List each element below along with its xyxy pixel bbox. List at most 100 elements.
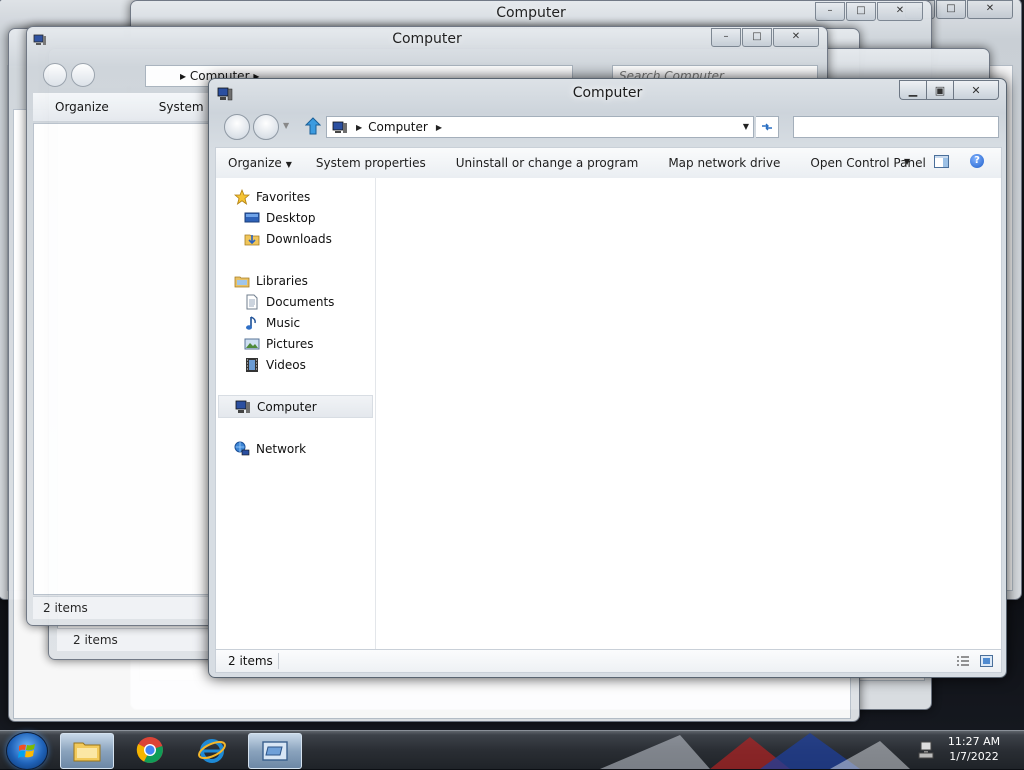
taskbar: 11:27 AM 1/7/2022 xyxy=(0,730,1024,770)
refresh-button[interactable] xyxy=(756,116,779,138)
minimize-button[interactable]: – xyxy=(815,2,845,21)
organize-menu[interactable]: Organize xyxy=(55,100,109,114)
maximize-button[interactable]: □ xyxy=(742,28,772,47)
videos-icon xyxy=(244,357,260,373)
taskbar-internet-explorer[interactable] xyxy=(186,733,238,767)
nav-label: Videos xyxy=(266,357,306,372)
libraries-icon xyxy=(234,273,250,289)
explorer-window[interactable]: Computer ▁ ▣ ✕ ▼ ▶ Computer ▶ ▼ Organize… xyxy=(208,78,1007,678)
nav-label: Documents xyxy=(266,294,335,309)
windows-logo-icon xyxy=(18,744,35,758)
minimize-button[interactable]: ▁ xyxy=(899,80,926,100)
item-count: 2 items xyxy=(228,654,273,668)
item-count: 2 items xyxy=(43,601,88,615)
back-button[interactable] xyxy=(224,114,250,140)
search-input[interactable] xyxy=(793,116,999,138)
window-title: Computer xyxy=(572,85,643,101)
clock-date: 1/7/2022 xyxy=(949,750,999,763)
nav-buttons[interactable] xyxy=(43,63,95,87)
organize-menu[interactable]: Organize ▼ xyxy=(228,156,292,170)
window-controls[interactable]: – □ ✕ xyxy=(815,2,923,21)
start-button[interactable] xyxy=(6,732,48,770)
desktop-icon xyxy=(244,210,260,226)
forward-button[interactable] xyxy=(253,114,279,140)
clock[interactable]: 11:27 AM 1/7/2022 xyxy=(938,734,1010,764)
chevron-down-icon: ▼ xyxy=(285,160,292,169)
system-button[interactable]: System xyxy=(159,100,204,114)
taskbar-explorer[interactable] xyxy=(60,733,114,769)
recent-pages-icon[interactable]: ▼ xyxy=(283,121,289,130)
nav-label: Libraries xyxy=(256,273,308,288)
nav-label: Network xyxy=(256,441,307,456)
close-button[interactable]: ✕ xyxy=(967,0,1013,19)
more-options-icon[interactable]: ▼ xyxy=(904,157,910,166)
system-properties-button[interactable]: System properties xyxy=(316,156,426,170)
folder-icon xyxy=(73,742,101,762)
nav-label: Desktop xyxy=(266,210,316,225)
address-bar[interactable]: ▶ Computer ▶ ▼ xyxy=(326,116,754,138)
pictures-icon xyxy=(244,336,260,352)
nav-downloads[interactable]: Downloads xyxy=(244,228,401,249)
breadcrumb-computer[interactable]: Computer xyxy=(368,120,428,134)
item-count: 2 items xyxy=(73,633,118,647)
documents-icon xyxy=(244,294,260,310)
preview-pane-icon[interactable] xyxy=(934,155,949,168)
maximize-icon: ▣ xyxy=(934,83,946,97)
minimize-button[interactable]: – xyxy=(711,28,741,47)
wallpaper-glimpse xyxy=(600,733,910,769)
help-icon[interactable]: ? xyxy=(970,154,984,168)
downloads-icon xyxy=(244,231,260,247)
nav-libraries[interactable]: Libraries xyxy=(234,270,391,291)
forward-button[interactable] xyxy=(71,63,95,87)
window-controls[interactable]: ▁ ▣ ✕ xyxy=(899,80,999,100)
window-controls[interactable]: – □ ✕ xyxy=(711,28,819,47)
maximize-button[interactable]: ▣ xyxy=(926,80,953,100)
maximize-button[interactable]: □ xyxy=(936,0,966,19)
map-network-drive-button[interactable]: Map network drive xyxy=(668,156,780,170)
address-history-dropdown-icon[interactable]: ▼ xyxy=(743,122,749,131)
large-icons-view-icon[interactable] xyxy=(980,655,993,667)
close-icon: ✕ xyxy=(971,83,981,97)
minimize-icon: ▁ xyxy=(908,83,918,97)
nav-documents[interactable]: Documents xyxy=(244,291,401,312)
close-button[interactable]: ✕ xyxy=(773,28,819,47)
nav-network[interactable]: Network xyxy=(234,438,391,459)
taskbar-app-window[interactable] xyxy=(248,733,302,769)
nav-favorites[interactable]: Favorites xyxy=(234,186,391,207)
breadcrumb-separator-icon[interactable]: ▶ xyxy=(436,123,442,132)
nav-videos[interactable]: Videos xyxy=(244,354,401,375)
taskbar-chrome[interactable] xyxy=(124,733,176,767)
nav-pictures[interactable]: Pictures xyxy=(244,333,401,354)
window-title: Computer xyxy=(392,31,462,47)
navigation-pane: Favorites Desktop Downloads Libraries Do… xyxy=(216,178,376,649)
computer-icon xyxy=(332,121,347,133)
chrome-icon xyxy=(136,737,163,763)
details-view-icon[interactable] xyxy=(956,655,970,667)
status-bar: 2 items xyxy=(215,649,1002,673)
nav-computer[interactable]: Computer xyxy=(218,395,373,418)
close-button[interactable]: ✕ xyxy=(953,80,999,100)
nav-label: Favorites xyxy=(256,189,311,204)
network-icon xyxy=(234,441,250,457)
organize-label: Organize xyxy=(228,156,282,170)
internet-explorer-icon xyxy=(198,739,226,763)
nav-music[interactable]: Music xyxy=(244,312,401,333)
nav-label: Music xyxy=(266,315,301,330)
nav-label: Downloads xyxy=(266,231,332,246)
nav-label: Pictures xyxy=(266,336,314,351)
command-bar: Organize ▼ System properties Uninstall or… xyxy=(215,147,1002,179)
breadcrumb-separator-icon[interactable]: ▶ xyxy=(356,123,362,132)
up-arrow-icon[interactable] xyxy=(305,117,321,135)
nav-desktop[interactable]: Desktop xyxy=(244,207,401,228)
star-icon xyxy=(234,188,250,205)
network-status-icon[interactable] xyxy=(918,741,934,759)
uninstall-program-button[interactable]: Uninstall or change a program xyxy=(456,156,639,170)
computer-icon xyxy=(235,399,251,415)
nav-label: Computer xyxy=(257,399,317,414)
close-button[interactable]: ✕ xyxy=(877,2,923,21)
status-divider xyxy=(278,653,279,669)
maximize-button[interactable]: □ xyxy=(846,2,876,21)
back-button[interactable] xyxy=(43,63,67,87)
refresh-icon xyxy=(762,123,772,131)
window-title: Computer xyxy=(496,5,566,21)
